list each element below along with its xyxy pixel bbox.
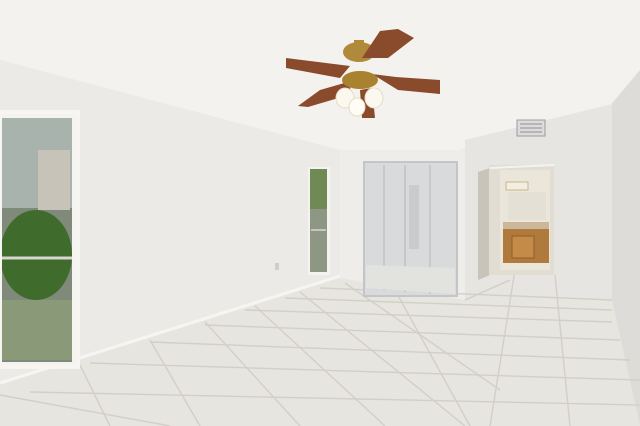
doorway-to-bathroom (478, 164, 555, 280)
mirrored-closet-doors (363, 161, 458, 297)
shrub (0, 210, 72, 300)
room-photo (0, 0, 640, 426)
vanity-light (505, 181, 529, 191)
fan-light (364, 87, 384, 109)
left-window (0, 110, 80, 369)
side-window (308, 167, 330, 275)
fan-light (348, 97, 366, 117)
wall-outlet (275, 263, 279, 270)
